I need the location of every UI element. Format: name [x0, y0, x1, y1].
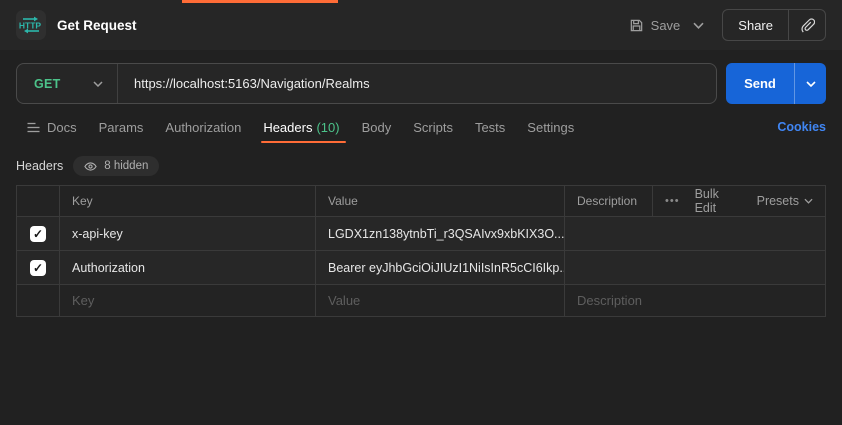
tab-authorization[interactable]: Authorization	[154, 108, 252, 146]
key-column-header: Key	[60, 186, 316, 216]
tab-label: Headers	[263, 119, 313, 135]
key-input-placeholder[interactable]: Key	[60, 285, 316, 316]
description-cell[interactable]	[565, 251, 825, 284]
header-row-authorization: ✓ Authorization Bearer eyJhbGciOiJIUzI1N…	[17, 250, 825, 284]
http-request-icon: HTTP	[16, 10, 46, 40]
more-options-icon[interactable]: •••	[665, 195, 680, 207]
value-input-placeholder[interactable]: Value	[316, 285, 565, 316]
key-cell[interactable]: x-api-key	[60, 217, 316, 250]
save-button-label: Save	[650, 17, 681, 33]
tab-body[interactable]: Body	[351, 108, 403, 146]
topbar: HTTP Get Request Save Share	[0, 0, 842, 50]
presets-label: Presets	[756, 194, 799, 208]
tab-label: Docs	[47, 119, 77, 135]
row-checkbox-placeholder	[17, 285, 60, 316]
header-row-x-api-key: ✓ x-api-key LGDX1zn138ytnbTi_r3QSAIvx9xb…	[17, 216, 825, 250]
tab-headers[interactable]: Headers (10)	[252, 108, 350, 146]
page-title: Get Request	[57, 17, 137, 33]
svg-text:HTTP: HTTP	[19, 21, 42, 31]
description-cell[interactable]	[565, 217, 825, 250]
send-button-label: Send	[744, 76, 776, 91]
select-column-header	[17, 186, 60, 216]
share-button[interactable]: Share	[723, 10, 788, 40]
tab-label: Body	[361, 119, 392, 135]
value-column-header: Value	[316, 186, 565, 216]
row-checkbox[interactable]: ✓	[30, 225, 46, 242]
tab-scripts[interactable]: Scripts	[402, 108, 464, 146]
headers-table: Key Value Description ••• Bulk Edit Pres…	[16, 185, 826, 317]
table-header-row: Key Value Description ••• Bulk Edit Pres…	[17, 186, 825, 216]
tab-label: Authorization	[165, 119, 242, 135]
save-button[interactable]: Save	[629, 17, 681, 33]
bulk-edit-label: Bulk Edit	[694, 187, 719, 215]
request-tabs: Docs Params Authorization Headers (10) B…	[16, 108, 826, 146]
send-button-group: Send	[726, 63, 826, 104]
hidden-headers-label: 8 hidden	[104, 160, 149, 172]
method-selector[interactable]: GET	[17, 64, 117, 103]
tab-tests[interactable]: Tests	[464, 108, 516, 146]
url-input[interactable]: https://localhost:5163/Navigation/Realms	[118, 76, 716, 91]
share-button-label: Share	[738, 17, 773, 33]
tab-settings[interactable]: Settings	[516, 108, 585, 146]
bulk-edit-button[interactable]: Bulk Edit	[695, 187, 742, 215]
cookies-link[interactable]: Cookies	[777, 120, 826, 134]
link-icon	[800, 17, 815, 33]
tab-label: Params	[98, 119, 144, 135]
headers-count-badge: (10)	[316, 119, 340, 135]
hidden-headers-badge[interactable]: 8 hidden	[73, 156, 160, 176]
new-header-row: Key Value Description	[17, 284, 825, 316]
copy-link-button[interactable]	[789, 10, 825, 40]
active-tab-underline	[261, 141, 346, 143]
share-button-group: Share	[722, 9, 826, 41]
presets-button[interactable]: Presets	[757, 194, 813, 208]
method-label: GET	[34, 76, 61, 91]
active-request-tab-indicator	[182, 0, 338, 3]
send-options-button[interactable]	[795, 63, 826, 104]
request-url-row: GET https://localhost:5163/Navigation/Re…	[16, 63, 826, 104]
value-cell[interactable]: Bearer eyJhbGciOiJIUzI1NiIsInR5cCI6Ikp..…	[316, 251, 565, 284]
save-options-chevron[interactable]	[693, 22, 704, 29]
tab-label: Scripts	[413, 119, 453, 135]
key-cell[interactable]: Authorization	[60, 251, 316, 284]
url-bar: GET https://localhost:5163/Navigation/Re…	[16, 63, 717, 104]
description-column-header: Description	[565, 186, 653, 216]
headers-meta-row: Headers 8 hidden	[16, 156, 826, 176]
send-button[interactable]: Send	[726, 63, 794, 104]
save-icon	[629, 18, 644, 33]
docs-icon	[27, 122, 40, 133]
tab-label: Settings	[527, 119, 575, 135]
description-input-placeholder[interactable]: Description	[565, 285, 825, 316]
chevron-down-icon	[93, 80, 103, 87]
tab-params[interactable]: Params	[88, 108, 155, 146]
row-checkbox[interactable]: ✓	[30, 259, 46, 276]
table-actions: ••• Bulk Edit Presets	[653, 186, 825, 216]
tab-label: Tests	[474, 119, 506, 135]
tab-docs[interactable]: Docs	[16, 108, 88, 146]
eye-icon	[84, 161, 97, 171]
headers-section-title: Headers	[16, 159, 64, 173]
value-cell[interactable]: LGDX1zn138ytnbTi_r3QSAIvx9xbKIX3O...	[316, 217, 565, 250]
